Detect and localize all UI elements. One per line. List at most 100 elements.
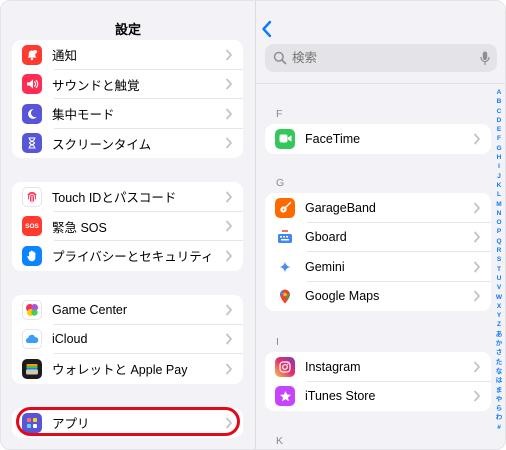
hand-icon: [22, 245, 42, 266]
app-label: Instagram: [305, 359, 361, 374]
search-input[interactable]: [292, 51, 462, 65]
microphone-icon[interactable]: [480, 51, 490, 66]
index-letter[interactable]: ら: [496, 404, 503, 413]
hourglass-icon: [22, 133, 42, 154]
index-letter[interactable]: G: [496, 144, 501, 153]
index-letter[interactable]: S: [497, 255, 501, 264]
index-letter[interactable]: H: [497, 153, 502, 162]
app-row-gboard[interactable]: Gboard: [265, 223, 491, 252]
index-letter[interactable]: や: [496, 395, 503, 404]
chevron-right-icon: [226, 250, 232, 262]
chevron-right-icon: [474, 261, 480, 273]
sidebar-item-focus[interactable]: 集中モード: [12, 99, 243, 129]
star-icon: [275, 386, 295, 407]
section-f-group: FaceTime: [265, 124, 491, 154]
fingerprint-icon: [22, 186, 42, 207]
index-letter[interactable]: Z: [497, 320, 501, 329]
index-letter[interactable]: K: [497, 181, 502, 190]
sidebar-item-sounds[interactable]: サウンドと触覚: [12, 70, 243, 99]
sidebar-item-label: サウンドと触覚: [52, 78, 140, 93]
index-letter[interactable]: F: [497, 134, 501, 143]
index-letter[interactable]: ま: [496, 386, 503, 395]
index-letter[interactable]: わ: [496, 413, 503, 422]
game-center-icon: [22, 299, 42, 320]
index-letter[interactable]: か: [496, 339, 503, 348]
app-row-garageband[interactable]: GarageBand: [265, 193, 491, 223]
sidebar-item-wallet[interactable]: ウォレットと Apple Pay: [12, 354, 243, 384]
index-letter[interactable]: B: [497, 97, 502, 106]
index-letter[interactable]: I: [498, 162, 500, 171]
index-letter[interactable]: あ: [496, 330, 503, 339]
sidebar-item-privacy[interactable]: プライバシーとセキュリティ: [12, 241, 243, 271]
sidebar-item-touch-id[interactable]: Touch IDとパスコード: [12, 182, 243, 212]
sidebar-item-screen-time[interactable]: スクリーンタイム: [12, 129, 243, 159]
chevron-right-icon: [226, 220, 232, 232]
index-letter[interactable]: L: [497, 190, 501, 199]
sidebar-group-apps: アプリ: [12, 408, 243, 438]
index-letter[interactable]: O: [496, 218, 501, 227]
sidebar-item-emergency-sos[interactable]: SOS 緊急 SOS: [12, 212, 243, 241]
settings-sidebar: 設定 通知 サウンドと触覚 集中モード スクリーンタイム Touch IDとパス…: [1, 1, 255, 449]
settings-window: 設定 通知 サウンドと触覚 集中モード スクリーンタイム Touch IDとパス…: [0, 0, 506, 450]
app-label: GarageBand: [305, 200, 376, 215]
maps-pin-icon: [275, 286, 295, 307]
index-letter[interactable]: さ: [496, 348, 503, 357]
index-letter[interactable]: た: [496, 358, 503, 367]
back-chevron-icon[interactable]: [260, 19, 274, 39]
app-row-instagram[interactable]: Instagram: [265, 352, 491, 382]
chevron-right-icon: [474, 290, 480, 302]
index-letter[interactable]: Q: [496, 237, 501, 246]
apps-list-pane: F FaceTime G GarageBand: [256, 1, 505, 449]
chevron-right-icon: [226, 333, 232, 345]
sos-icon: SOS: [22, 216, 42, 237]
sidebar-item-game-center[interactable]: Game Center: [12, 295, 243, 325]
app-label: Gboard: [305, 230, 347, 245]
index-letter[interactable]: A: [497, 88, 502, 97]
section-index-bar[interactable]: A B C D E F G H I J K L M N O P Q R S T U V W X Y Z あかさたなはまやらわ #: [494, 88, 504, 432]
chevron-right-icon: [226, 417, 232, 429]
facetime-icon: [275, 128, 295, 149]
chevron-right-icon: [226, 363, 232, 375]
index-letter[interactable]: #: [497, 423, 501, 432]
sidebar-item-label: ウォレットと Apple Pay: [52, 363, 188, 378]
index-letter[interactable]: V: [497, 283, 501, 292]
index-letter[interactable]: J: [497, 172, 501, 181]
index-letter[interactable]: U: [497, 274, 502, 283]
index-letter[interactable]: N: [497, 209, 502, 218]
search-bar[interactable]: [265, 44, 497, 72]
index-letter[interactable]: C: [497, 107, 502, 116]
sidebar-item-label: プライバシーとセキュリティ: [52, 250, 214, 265]
index-letter[interactable]: W: [496, 293, 502, 302]
sidebar-item-label: Game Center: [52, 302, 128, 317]
sidebar-item-apps[interactable]: アプリ: [12, 408, 243, 438]
sidebar-item-notifications[interactable]: 通知: [12, 40, 243, 70]
app-row-google-maps[interactable]: Google Maps: [265, 282, 491, 312]
index-letter[interactable]: E: [497, 125, 501, 134]
index-letter[interactable]: な: [496, 367, 503, 376]
apps-grid-icon: [22, 412, 42, 433]
section-header-k: K: [276, 435, 284, 447]
index-letter[interactable]: M: [496, 200, 501, 209]
chevron-right-icon: [226, 191, 232, 203]
index-letter[interactable]: D: [497, 116, 502, 125]
index-letter[interactable]: X: [497, 302, 501, 311]
gemini-icon: [275, 256, 295, 277]
index-letter[interactable]: T: [497, 265, 501, 274]
index-letter[interactable]: は: [496, 376, 503, 385]
index-letter[interactable]: R: [497, 246, 502, 255]
gboard-icon: [275, 227, 295, 248]
index-letter[interactable]: P: [497, 227, 501, 236]
app-row-gemini[interactable]: Gemini: [265, 252, 491, 282]
app-row-facetime[interactable]: FaceTime: [265, 124, 491, 154]
sos-glyph: SOS: [25, 222, 39, 230]
sidebar-item-label: Touch IDとパスコード: [52, 191, 177, 206]
sidebar-item-icloud[interactable]: iCloud: [12, 325, 243, 354]
chevron-right-icon: [226, 304, 232, 316]
section-header-i: I: [276, 336, 279, 348]
chevron-right-icon: [474, 202, 480, 214]
sidebar-item-label: 集中モード: [52, 108, 115, 123]
app-row-itunes-store[interactable]: iTunes Store: [265, 382, 491, 412]
chevron-right-icon: [226, 78, 232, 90]
index-letter[interactable]: Y: [497, 311, 501, 320]
search-icon: [273, 51, 287, 65]
